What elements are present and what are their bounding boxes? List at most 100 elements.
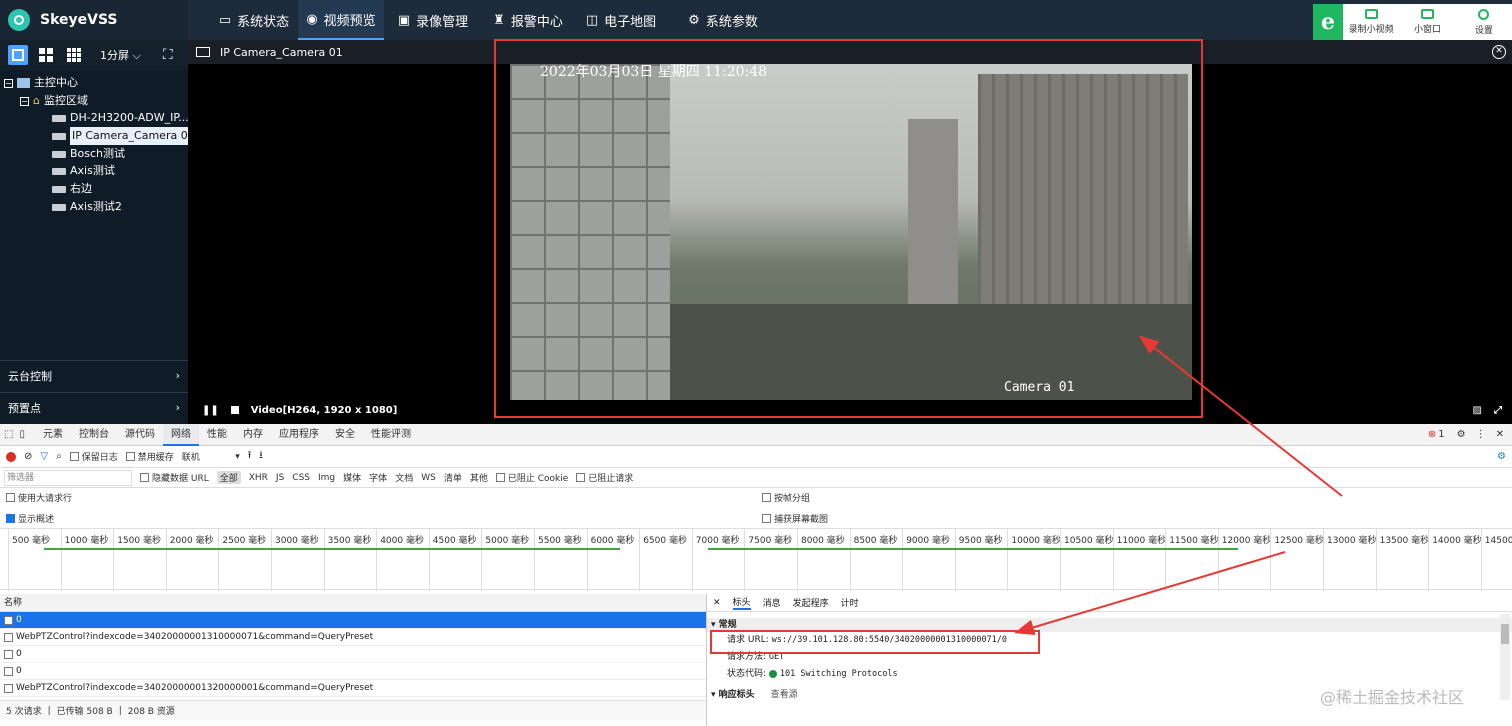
tab-initiator[interactable]: 发起程序	[793, 596, 829, 609]
scrollbar[interactable]	[1500, 614, 1510, 700]
ptz-control-section[interactable]: 云台控制 ›	[0, 360, 188, 390]
close-icon[interactable]: ✕	[1496, 429, 1504, 440]
filter-input[interactable]: 筛选器	[4, 469, 132, 486]
capture-screens-checkbox[interactable]: 捕获屏幕截图	[762, 512, 828, 525]
chevron-down-icon: ▾	[235, 451, 240, 462]
request-row[interactable]: WebPTZControl?indexcode=3402000000131000…	[0, 629, 706, 646]
tab-messages[interactable]: 消息	[763, 596, 781, 609]
tree-device[interactable]: 右边	[52, 180, 92, 198]
timeline-tick: 2000 毫秒	[165, 529, 214, 591]
blocked-request-checkbox[interactable]: 已阻止请求	[576, 471, 633, 484]
nav-system-status[interactable]: ▭ 系统状态	[210, 0, 298, 40]
tree-area[interactable]: − ⌂ 监控区域	[20, 92, 88, 110]
timeline-tick: 12000 毫秒	[1217, 529, 1271, 591]
export-icon[interactable]: ⭳	[259, 448, 263, 465]
nav-recording[interactable]: ▣ 录像管理	[390, 0, 476, 40]
close-icon[interactable]: ✕	[1492, 45, 1506, 59]
network-timeline[interactable]: 500 毫秒 1000 毫秒 1500 毫秒 2000 毫秒 2500 毫秒 3000 毫…	[0, 528, 1512, 591]
import-icon[interactable]: ⭱	[248, 448, 252, 465]
tree-device[interactable]: Axis测试2	[52, 198, 122, 216]
tab-elements[interactable]: 元素	[35, 424, 71, 446]
tab-security[interactable]: 安全	[327, 424, 363, 446]
filter-icon[interactable]: ▽	[40, 451, 48, 462]
stop-icon[interactable]	[230, 406, 239, 414]
tab-headers[interactable]: 标头	[732, 595, 751, 610]
filter-img[interactable]: Img	[318, 473, 335, 483]
nav-alarm-center[interactable]: ♜ 报警中心	[482, 0, 574, 40]
tab-performance[interactable]: 性能	[199, 424, 235, 446]
resources: 208 B 资源	[127, 707, 175, 717]
request-row[interactable]: 0	[0, 612, 706, 629]
preset-label: 预置点	[8, 401, 41, 415]
filter-all[interactable]: 全部	[216, 471, 241, 484]
tab-sources[interactable]: 源代码	[117, 424, 163, 446]
filter-manifest[interactable]: 清单	[444, 471, 462, 484]
settings-button[interactable]: 设置	[1456, 4, 1512, 40]
tab-network[interactable]: 网络	[162, 423, 199, 446]
tree-device-selected[interactable]: IP Camera_Camera 01	[52, 127, 197, 145]
request-row[interactable]: WebPTZControl?indexcode=3402000000132000…	[0, 680, 706, 697]
list-header[interactable]: 名称	[0, 594, 706, 612]
screen-split-select[interactable]: 1分屏 ⌵	[100, 47, 141, 63]
collapse-icon[interactable]: −	[4, 78, 13, 88]
filter-other[interactable]: 其他	[470, 471, 488, 484]
pause-icon[interactable]: ❚❚	[202, 405, 219, 416]
layout-9-button[interactable]	[64, 45, 84, 65]
eye-icon: ◉	[306, 11, 318, 27]
filter-doc[interactable]: 文档	[395, 471, 413, 484]
layout-1-button[interactable]	[8, 45, 28, 65]
tab-application[interactable]: 应用程序	[271, 424, 327, 446]
tree-root[interactable]: − 主控中心	[4, 74, 78, 92]
nav-system-params[interactable]: ⚙ 系统参数	[668, 0, 778, 40]
large-rows-checkbox[interactable]: 使用大请求行	[6, 491, 72, 504]
preserve-log-checkbox[interactable]: 保留日志	[69, 450, 118, 463]
disable-cache-checkbox[interactable]: 禁用缓存	[125, 450, 174, 463]
tab-memory[interactable]: 内存	[235, 424, 271, 446]
fullscreen-icon[interactable]: ⛶	[163, 47, 173, 63]
nav-video-preview[interactable]: ◉ 视频预览	[298, 0, 384, 40]
more-icon[interactable]: ⋮	[1476, 429, 1486, 440]
filter-media[interactable]: 媒体	[343, 471, 361, 484]
mini-window-button[interactable]: 小窗口	[1399, 4, 1455, 40]
preset-section[interactable]: 预置点 ›	[0, 392, 188, 422]
checkbox-box	[762, 514, 771, 523]
tree-device[interactable]: DH-2H3200-ADW_IP...	[52, 109, 189, 127]
group-frame-checkbox[interactable]: 按帧分组	[762, 491, 810, 504]
nav-map[interactable]: ◫ 电子地图	[576, 0, 666, 40]
error-count[interactable]: 1	[1438, 429, 1444, 440]
hide-data-url-checkbox[interactable]: 隐藏数据 URL	[140, 471, 209, 484]
tab-timing[interactable]: 计时	[841, 596, 859, 609]
view-source-link[interactable]: 查看源	[771, 690, 798, 700]
request-row[interactable]: 0	[0, 646, 706, 663]
filter-ws[interactable]: WS	[421, 473, 436, 483]
clear-icon[interactable]: ⊘	[24, 451, 32, 462]
gear-icon[interactable]: ⚙	[1457, 429, 1466, 440]
tab-lighthouse[interactable]: 性能评测	[363, 424, 419, 446]
search-icon[interactable]: ⌕	[56, 451, 62, 462]
inspect-icon[interactable]: ⬚	[0, 429, 17, 440]
tree-device[interactable]: Axis测试	[52, 162, 115, 180]
request-row[interactable]: 0	[0, 663, 706, 680]
record-icon[interactable]	[6, 451, 16, 462]
request-name: 0	[16, 665, 22, 676]
scroll-thumb[interactable]	[1501, 624, 1509, 644]
collapse-icon[interactable]: −	[20, 96, 29, 106]
record-clip-button[interactable]: 录制小视频	[1343, 4, 1399, 40]
gear-icon: ⚙	[688, 12, 700, 28]
tree-device[interactable]: Bosch测试	[52, 145, 125, 163]
overview-checkbox[interactable]: 显示概述	[6, 512, 54, 525]
tab-console[interactable]: 控制台	[71, 424, 117, 446]
filter-xhr[interactable]: XHR	[249, 473, 268, 483]
device-toggle-icon[interactable]: ▯	[17, 429, 35, 440]
close-icon[interactable]: ✕	[713, 598, 721, 608]
filter-js[interactable]: JS	[276, 473, 284, 483]
filter-font[interactable]: 字体	[369, 471, 387, 484]
expand-icon[interactable]: ⤢	[1494, 405, 1502, 416]
gear-icon[interactable]: ⚙	[1497, 451, 1506, 462]
blocked-request-label: 已阻止请求	[588, 474, 634, 484]
filter-css[interactable]: CSS	[292, 473, 310, 483]
snapshot-icon[interactable]: ▨	[1473, 405, 1482, 416]
blocked-cookie-checkbox[interactable]: 已阻止 Cookie	[495, 471, 568, 484]
throttle-select[interactable]: 联机 ▾	[182, 450, 240, 464]
layout-4-button[interactable]	[36, 45, 56, 65]
